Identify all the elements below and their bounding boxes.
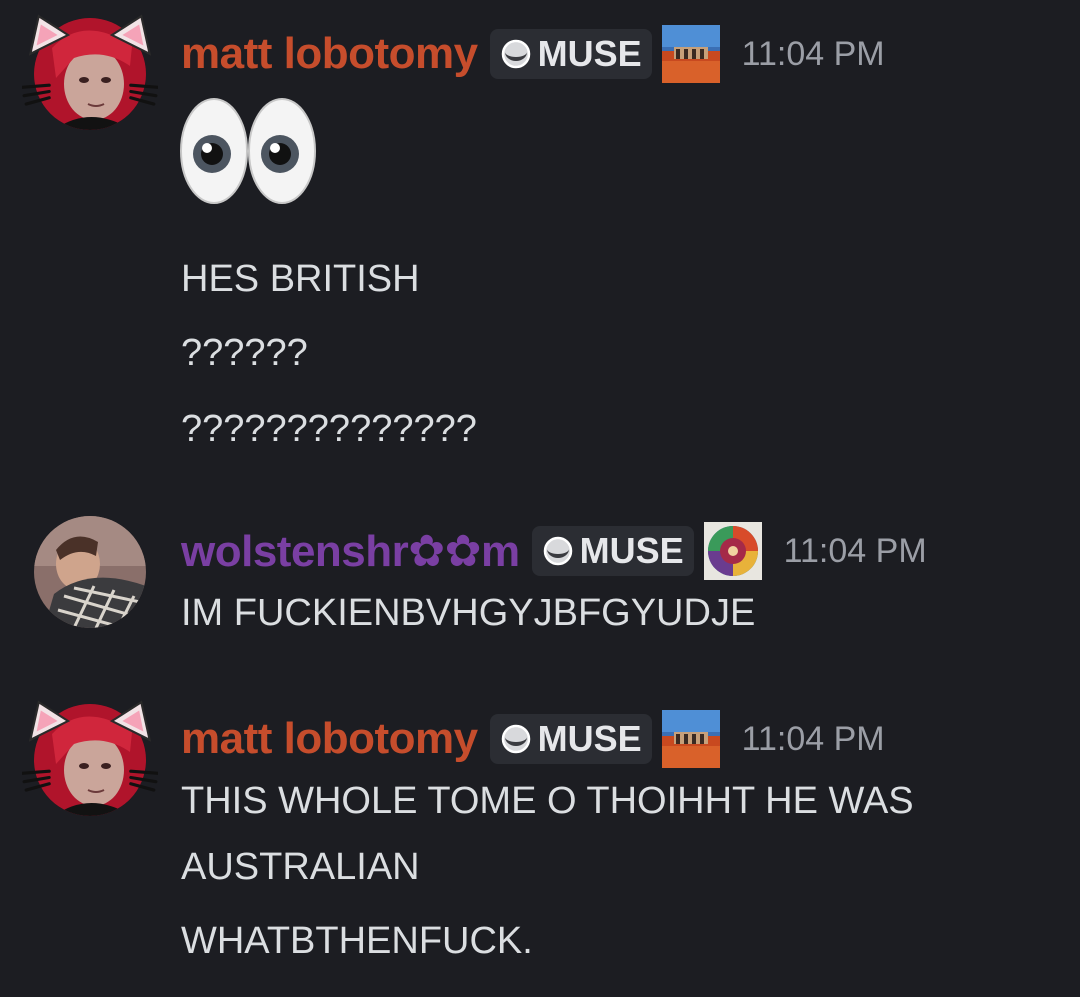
eyes-emoji-icon	[180, 98, 316, 204]
message-header: matt lobotomy MUSE 11:04 PM	[181, 709, 885, 769]
message-text: HES BRITISH	[181, 258, 420, 300]
moon-badge-icon	[500, 723, 532, 755]
message-header: matt lobotomy MUSE 11:04 PM	[181, 24, 885, 84]
timestamp: 11:04 PM	[783, 531, 927, 570]
username[interactable]: wolstenshr✿✿m	[181, 526, 520, 577]
timestamp: 11:04 PM	[741, 34, 885, 73]
avatar[interactable]	[34, 18, 146, 130]
message-header: wolstenshr✿✿m MUSE 11:04 PM	[181, 521, 927, 581]
server-tag[interactable]: MUSE	[489, 714, 652, 764]
server-tag-label: MUSE	[537, 718, 642, 759]
message-text: AUSTRALIAN	[181, 846, 420, 888]
username[interactable]: matt lobotomy	[181, 714, 478, 764]
username[interactable]: matt lobotomy	[181, 29, 478, 79]
red-haired-man-with-cat-ears-avatar-icon	[34, 18, 146, 130]
moon-badge-icon	[542, 535, 574, 567]
red-desert-album-cover-icon[interactable]	[662, 25, 720, 83]
red-desert-album-cover-icon[interactable]	[662, 710, 720, 768]
server-tag-label: MUSE	[579, 530, 684, 571]
message-text: IM FUCKIENBVHGYJBFGYUDJE	[181, 592, 756, 634]
colorful-circle-album-cover-icon[interactable]	[704, 522, 762, 580]
moon-badge-icon	[500, 38, 532, 70]
server-tag[interactable]: MUSE	[489, 29, 652, 79]
server-tag-label: MUSE	[537, 33, 642, 74]
server-tag[interactable]: MUSE	[531, 526, 694, 576]
message-text: THIS WHOLE TOME O THOIHHT HE WAS	[181, 780, 914, 822]
avatar[interactable]	[34, 704, 146, 816]
red-haired-man-with-cat-ears-avatar-icon	[34, 704, 146, 816]
timestamp: 11:04 PM	[741, 719, 885, 758]
man-with-blanket-avatar-icon	[34, 516, 146, 628]
message-text: ??????	[181, 332, 308, 374]
avatar[interactable]	[34, 516, 146, 628]
message-text: WHATBTHENFUCK.	[181, 920, 533, 962]
message-text: ??????????????	[181, 408, 477, 450]
